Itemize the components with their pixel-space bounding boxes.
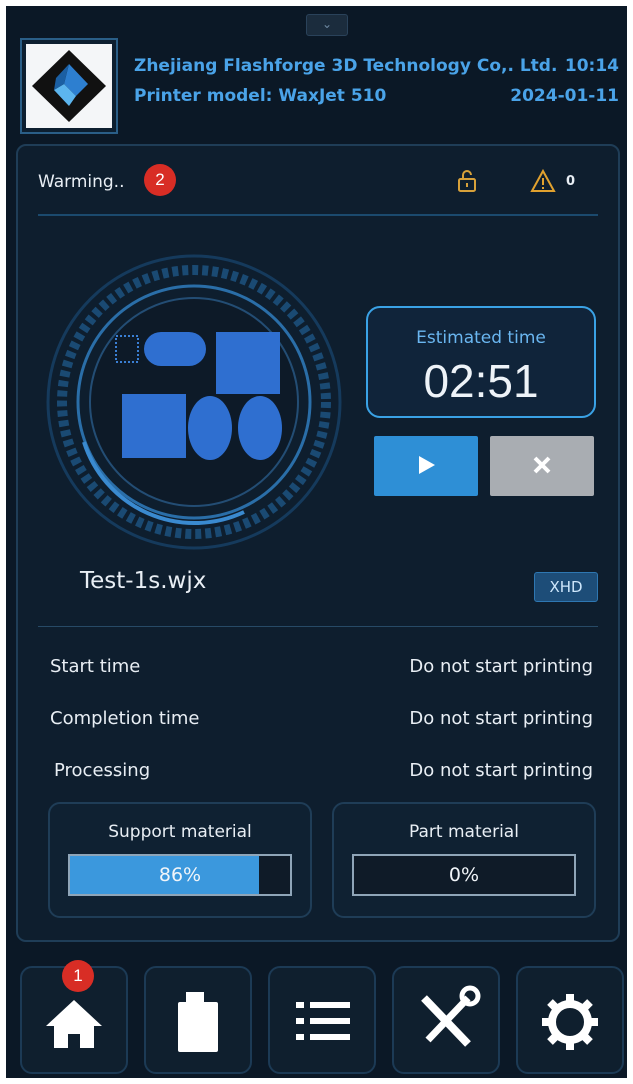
warning-count: 0: [566, 174, 576, 189]
printer-model: Printer model: WaxJet 510: [134, 86, 387, 106]
home-icon: [22, 1000, 126, 1076]
annotation-marker-2: 2: [144, 164, 176, 196]
screen: ⌄ Zhejiang Flashforge 3D Technology Co,.…: [6, 6, 627, 1078]
unlock-icon[interactable]: [454, 168, 480, 194]
estimated-time-label: Estimated time: [416, 328, 546, 348]
estimated-time-card: Estimated time 02:51: [366, 306, 596, 418]
logo: [20, 38, 118, 134]
processing-label: Processing: [54, 760, 151, 781]
print-preview-dial: [44, 252, 344, 552]
company-name: Zhejiang Flashforge 3D Technology Co,. L…: [134, 56, 558, 76]
warning-icon[interactable]: [530, 168, 556, 194]
support-material-bar: 86%: [68, 854, 292, 896]
header: Zhejiang Flashforge 3D Technology Co,. L…: [6, 26, 627, 138]
list-icon: [270, 1002, 374, 1076]
printer-status: Warming..: [38, 172, 125, 192]
divider: [38, 626, 598, 627]
completion-time-label: Completion time: [50, 708, 200, 729]
clock-time: 10:14: [564, 56, 619, 76]
completion-time-value: Do not start printing: [409, 708, 593, 729]
material-canister-icon: [146, 992, 250, 1076]
support-material-label: Support material: [108, 822, 252, 842]
estimated-time-value: 02:51: [423, 355, 539, 407]
nav-tools-button[interactable]: [392, 966, 500, 1074]
part-material-bar: 0%: [352, 854, 576, 896]
play-icon: [415, 455, 437, 479]
part-material-percent: 0%: [448, 864, 480, 886]
bottom-navigation: 1: [6, 956, 627, 1078]
support-material-card[interactable]: Support material 86%: [48, 802, 312, 918]
start-print-button[interactable]: [374, 436, 478, 496]
nav-material-button[interactable]: [144, 966, 252, 1074]
support-material-percent: 86%: [158, 864, 202, 886]
print-filename: Test-1s.wjx: [80, 568, 207, 594]
gear-icon: [518, 994, 622, 1076]
clock-date: 2024-01-11: [510, 86, 619, 106]
divider: [38, 214, 598, 216]
part-material-label: Part material: [409, 822, 519, 842]
quality-badge: XHD: [534, 572, 598, 602]
processing-value: Do not start printing: [409, 760, 593, 781]
tools-icon: [394, 985, 498, 1076]
nav-list-button[interactable]: [268, 966, 376, 1074]
start-time-label: Start time: [50, 656, 141, 677]
cancel-print-button[interactable]: [490, 436, 594, 496]
start-time-value: Do not start printing: [409, 656, 593, 677]
part-material-card[interactable]: Part material 0%: [332, 802, 596, 918]
close-icon: [531, 456, 553, 479]
nav-settings-button[interactable]: [516, 966, 624, 1074]
annotation-marker-1: 1: [62, 960, 94, 992]
